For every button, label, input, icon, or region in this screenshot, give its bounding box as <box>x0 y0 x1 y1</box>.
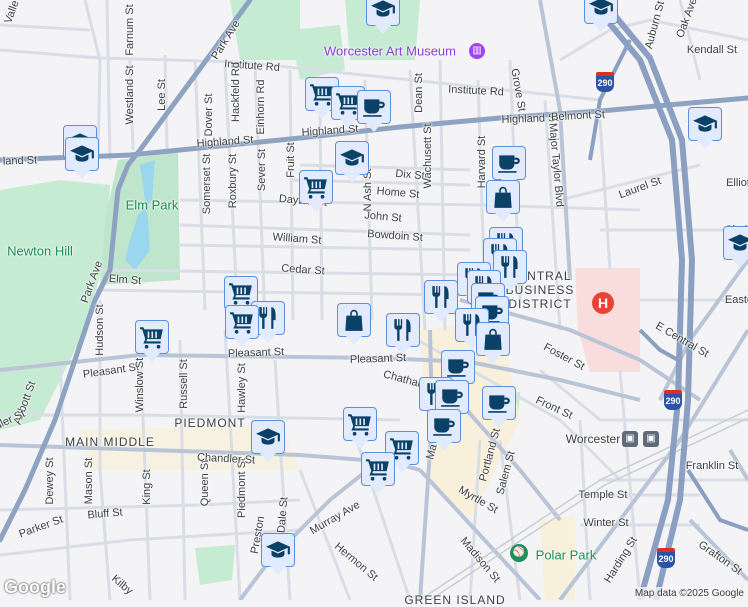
cafe-icon <box>361 94 387 120</box>
school-icon <box>265 537 291 563</box>
cbd-label-line: DISTRICT <box>508 297 572 311</box>
grocery-marker[interactable] <box>135 320 169 362</box>
shopping-cart-icon <box>303 174 329 200</box>
cafe-icon <box>439 384 465 410</box>
elm-park-label[interactable]: Elm Park <box>126 198 179 213</box>
train-station-icon[interactable]: ▣ <box>643 431 659 447</box>
interstate-shield: 290 <box>596 72 614 92</box>
restaurant-icon <box>390 317 416 343</box>
newton-hill-label[interactable]: Newton Hill <box>7 244 73 259</box>
cafe-marker[interactable] <box>357 90 391 132</box>
main-middle-label: MAIN MIDDLE <box>65 435 155 449</box>
green-island-label: GREEN ISLAND <box>404 593 506 607</box>
polar-park-label[interactable]: Polar Park <box>536 548 597 563</box>
museum-icon[interactable]: ▥ <box>469 43 485 59</box>
google-logo: Google <box>4 577 66 597</box>
cafe-icon <box>431 413 457 439</box>
school-icon <box>370 0 396 22</box>
cafe-icon <box>496 150 522 176</box>
grocery-marker[interactable] <box>225 305 259 347</box>
school-marker[interactable] <box>688 107 722 149</box>
grocery-marker[interactable] <box>343 407 377 449</box>
shopping-marker[interactable] <box>476 322 510 364</box>
school-marker[interactable] <box>366 0 400 34</box>
shopping-bag-icon <box>490 184 516 210</box>
shopping-cart-icon <box>365 456 391 482</box>
school-icon <box>339 145 365 171</box>
shopping-cart-icon <box>229 309 255 335</box>
shopping-bag-icon <box>341 307 367 333</box>
cafe-marker[interactable] <box>492 146 526 188</box>
cafe-icon <box>486 390 512 416</box>
school-icon <box>727 230 748 256</box>
interstate-shield: 290 <box>664 390 682 410</box>
school-marker[interactable] <box>584 0 618 32</box>
school-icon <box>255 424 281 450</box>
grocery-marker[interactable] <box>299 170 333 212</box>
school-marker[interactable] <box>251 420 285 462</box>
cafe-marker[interactable] <box>482 386 516 428</box>
piedmont-label: PIEDMONT <box>174 416 246 430</box>
stadium-icon[interactable]: ⚾ <box>510 544 528 562</box>
school-marker[interactable] <box>65 137 99 179</box>
school-icon <box>692 111 718 137</box>
grocery-marker[interactable] <box>361 452 395 494</box>
school-icon <box>588 0 614 20</box>
cafe-marker[interactable] <box>427 409 461 451</box>
restaurant-marker[interactable] <box>386 313 420 355</box>
interstate-shield: 290 <box>657 548 675 568</box>
map-data-attribution[interactable]: Map data ©2025 Google <box>630 587 748 600</box>
school-marker[interactable] <box>261 533 295 575</box>
art-museum-label[interactable]: Worcester Art Museum <box>324 44 456 59</box>
school-icon <box>69 141 95 167</box>
hospital-icon[interactable]: H <box>592 292 614 314</box>
shopping-marker[interactable] <box>337 303 371 345</box>
shopping-marker[interactable] <box>486 180 520 222</box>
restaurant-marker[interactable] <box>424 280 458 322</box>
shopping-cart-icon <box>139 324 165 350</box>
shopping-cart-icon <box>347 411 373 437</box>
shopping-cart-icon <box>228 280 254 306</box>
train-station-icon[interactable]: ▣ <box>622 431 638 447</box>
school-marker[interactable] <box>335 141 369 183</box>
school-marker[interactable] <box>723 226 748 268</box>
station-label[interactable]: Worcester <box>566 432 620 446</box>
restaurant-icon <box>428 284 454 310</box>
shopping-bag-icon <box>480 326 506 352</box>
